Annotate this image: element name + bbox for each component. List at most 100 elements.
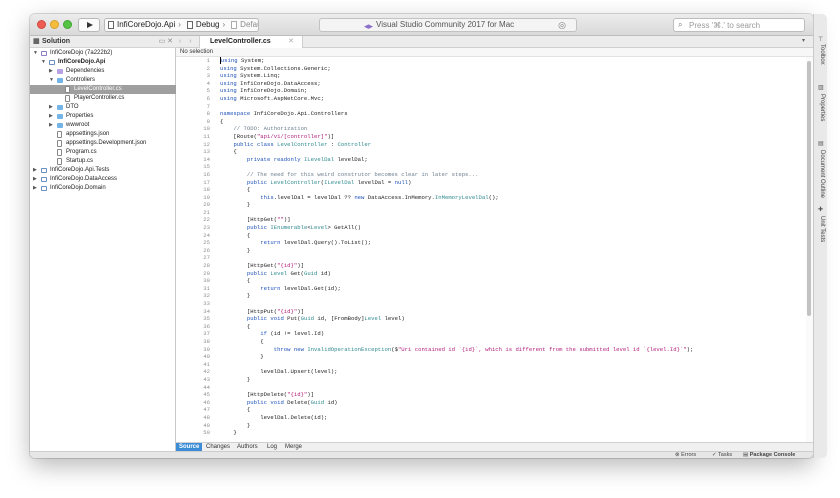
line-text: public IEnumerable<Level> GetAll(): [246, 224, 362, 232]
project-icon: [49, 60, 55, 65]
project-icon: [41, 186, 47, 191]
code-line: 46 public void Delete(Guid id): [176, 399, 806, 407]
file-icon: [65, 86, 70, 93]
zoom-window-button[interactable]: [63, 20, 72, 29]
close-tab-icon[interactable]: ✕: [288, 36, 294, 47]
tree-item[interactable]: ▶ Dependencies: [30, 67, 176, 76]
tab-authors[interactable]: Authors: [234, 443, 261, 451]
line-number: 35: [203, 315, 210, 323]
code-line: 38 {: [176, 338, 806, 346]
tab-changes[interactable]: Changes: [203, 443, 233, 451]
tree-item[interactable]: ▶ InfiCoreDojo.Domain: [30, 184, 176, 193]
tree-item[interactable]: PlayerController.cs: [30, 94, 176, 103]
line-number: 43: [203, 375, 210, 383]
tree-item[interactable]: LevelController.cs: [30, 85, 176, 94]
tree-item[interactable]: ▶ wwwroot: [30, 121, 176, 130]
tree-item-label: DTO: [66, 104, 79, 110]
tree-item[interactable]: ▼ InfiCoreDojo (7a222b2): [30, 49, 176, 58]
tree-item[interactable]: ▼ InfiCoreDojo.Api: [30, 58, 176, 67]
code-line: 44: [176, 384, 806, 392]
disclosure-closed-icon[interactable]: ▶: [33, 184, 37, 193]
tree-item[interactable]: Program.cs: [30, 148, 176, 157]
code-line: 1 using System;: [176, 57, 806, 65]
tree-item[interactable]: ▶ InfiCoreDojo.Api.Tests: [30, 166, 176, 175]
disclosure-closed-icon[interactable]: ▶: [33, 166, 37, 175]
code-line: 30 {: [176, 277, 806, 285]
tree-item-label: Properties: [66, 113, 94, 119]
code-line: 31 return levelDal.Get(id);: [176, 285, 806, 293]
errors-button[interactable]: ⊗ Errors: [675, 452, 696, 458]
code-line: 41: [176, 361, 806, 369]
project-icon: [41, 177, 47, 182]
line-number: 33: [203, 300, 210, 307]
disclosure-closed-icon[interactable]: ▶: [49, 121, 53, 130]
code-line: 18 {: [176, 186, 806, 194]
tree-item[interactable]: ▶ DTO: [30, 103, 176, 112]
tree-item[interactable]: ▶ Properties: [30, 112, 176, 121]
selection-label: No selection: [180, 49, 214, 55]
line-number: 5: [206, 87, 210, 95]
tree-item[interactable]: ▶ InfiCoreDojo.DataAccess: [30, 175, 176, 184]
code-line: 12 public class LevelController : Contro…: [176, 141, 806, 149]
side-pads: ⊤ Toolbox ▥ Properties ▤ Document Outlin…: [813, 14, 827, 458]
line-text: if (id != level.Id): [260, 330, 325, 338]
line-text: public class LevelController : Controlle…: [233, 140, 372, 148]
line-text: [HttpGet("")]: [220, 216, 291, 224]
run-button[interactable]: [78, 18, 100, 32]
tasks-button[interactable]: ✓ Tasks: [712, 452, 732, 458]
global-search[interactable]: ⌕: [673, 18, 805, 32]
disclosure-closed-icon[interactable]: ▶: [49, 103, 53, 112]
tree-item[interactable]: appsettings.Development.json: [30, 139, 176, 148]
line-text: {: [220, 231, 251, 239]
line-number: 2: [206, 64, 210, 72]
code-line: 19 this.levelDal = levelDal ?? new DataA…: [176, 194, 806, 202]
close-window-button[interactable]: [37, 20, 46, 29]
line-number: 41: [203, 360, 210, 368]
tree-item[interactable]: Startup.cs: [30, 157, 176, 166]
pad-properties[interactable]: Properties: [819, 94, 825, 121]
search-input[interactable]: [689, 20, 801, 30]
tab-levelcontroller[interactable]: LevelController.cs ✕: [199, 36, 303, 48]
pad-unit-tests[interactable]: Unit Tests: [819, 216, 825, 242]
editor-scrollbar[interactable]: [806, 57, 813, 442]
disclosure-closed-icon[interactable]: ▶: [33, 175, 37, 184]
project-label: InfiCoreDojo.Api: [117, 20, 176, 29]
tree-item[interactable]: ▼ Controllers: [30, 76, 176, 85]
line-text: // The need for this weird construtor be…: [246, 170, 479, 178]
tab-merge[interactable]: Merge: [282, 443, 305, 451]
navigation-arrows-icon[interactable]: ‹ ›: [179, 36, 195, 47]
solution-icon: [41, 51, 47, 56]
disclosure-closed-icon[interactable]: ▶: [49, 67, 53, 76]
line-number: 18: [203, 186, 210, 194]
minimize-window-button[interactable]: [50, 20, 59, 29]
pad-document-outline[interactable]: Document Outline: [819, 150, 825, 198]
pad-toolbox[interactable]: Toolbox: [819, 44, 825, 65]
tab-log[interactable]: Log: [264, 443, 280, 451]
target-icon[interactable]: ◎: [558, 19, 566, 31]
code-line: 21: [176, 209, 806, 217]
scrollbar-thumb[interactable]: [807, 61, 811, 316]
line-text: [HttpGet("{id}")]: [220, 262, 304, 270]
tree-item[interactable]: appsettings.json: [30, 130, 176, 139]
disclosure-open-icon[interactable]: ▼: [33, 49, 38, 58]
code-line: 39 throw new InvalidOperationException($…: [176, 346, 806, 354]
line-number: 6: [206, 94, 210, 102]
run-configuration-selector[interactable]: InfiCoreDojo.Api›Debug›Default: [104, 18, 259, 32]
errors-label: Errors: [681, 452, 697, 458]
disclosure-closed-icon[interactable]: ▶: [49, 112, 53, 121]
tab-dropdown-icon[interactable]: ▾: [802, 37, 805, 44]
pad-controls-icon[interactable]: ▭ ✕: [159, 36, 173, 47]
line-number: 39: [203, 345, 210, 353]
code-line: 33: [176, 300, 806, 308]
line-number: 38: [203, 337, 210, 345]
code-editor[interactable]: 1 using System; 2 using System.Collections.…: [176, 57, 806, 442]
package-console-button[interactable]: ▤ Package Console: [743, 452, 795, 458]
tab-source[interactable]: Source: [176, 443, 203, 451]
solution-tree: ▼ InfiCoreDojo (7a222b2) ▼ InfiCoreDojo.Api…: [30, 49, 176, 193]
disclosure-open-icon[interactable]: ▼: [49, 76, 54, 85]
line-number: 31: [203, 284, 210, 292]
line-text: levelDal.Delete(id);: [220, 413, 328, 421]
disclosure-open-icon[interactable]: ▼: [41, 58, 46, 67]
line-text: }: [220, 421, 251, 429]
folder-icon: [57, 123, 63, 128]
